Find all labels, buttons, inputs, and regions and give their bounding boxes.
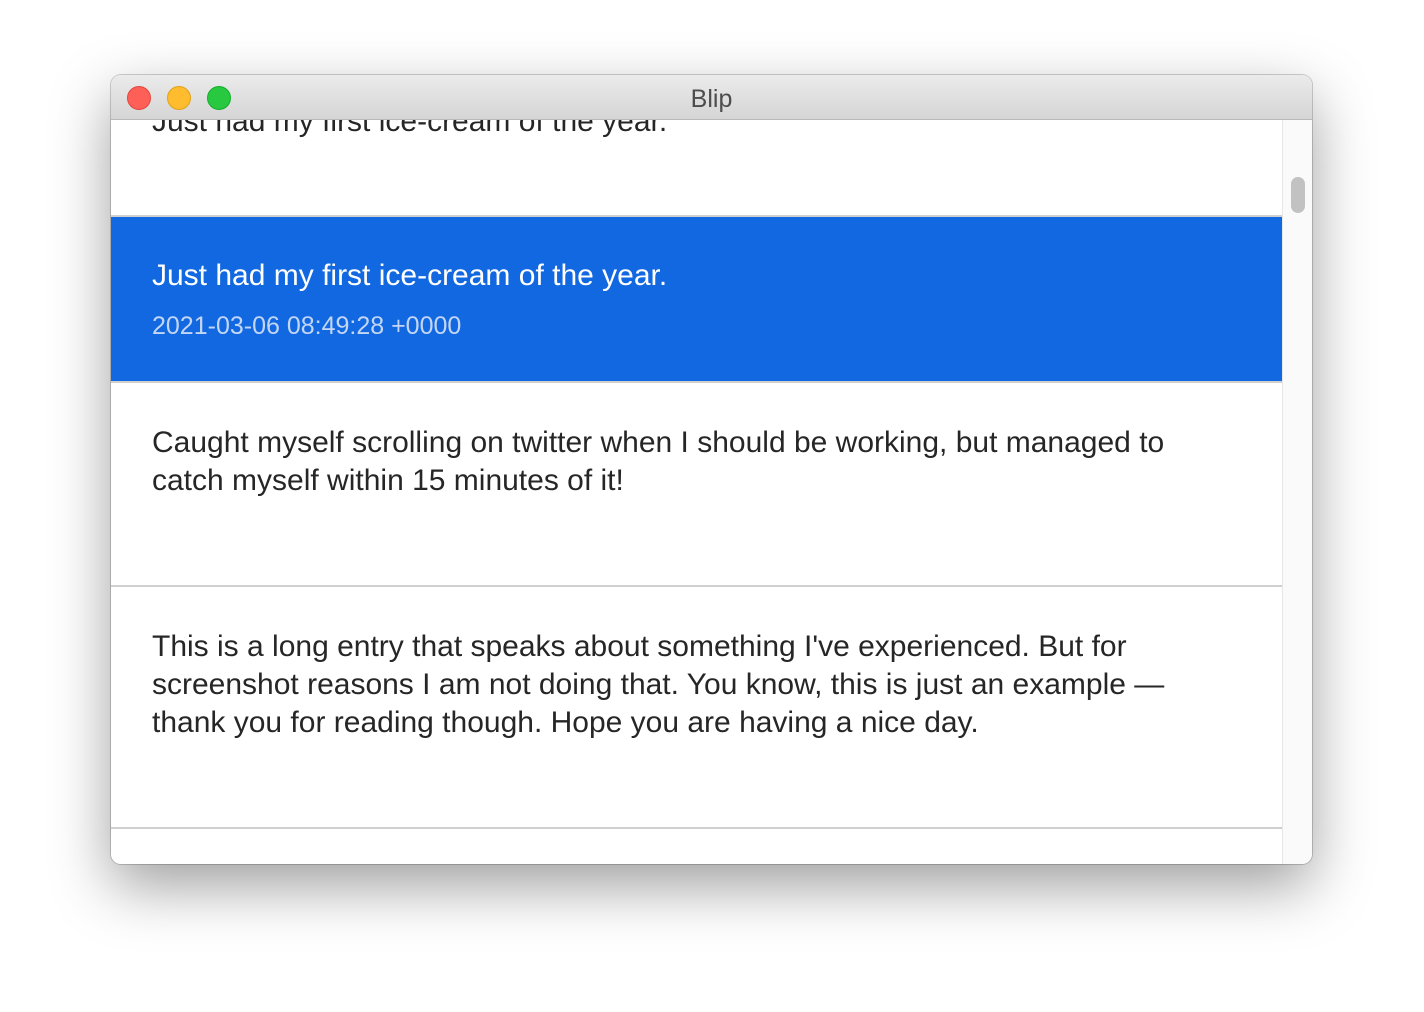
list-item[interactable]: This is a long entry that speaks about s… — [111, 587, 1282, 829]
entry-text: Caught myself scrolling on twitter when … — [152, 426, 1165, 497]
list-item-selected[interactable]: Just had my first ice-cream of the year.… — [111, 217, 1282, 383]
title-bar[interactable]: Blip — [111, 75, 1312, 120]
entry-timestamp: 2021-03-06 08:49:28 +0000 — [152, 312, 462, 340]
app-window: Blip Just had my first ice-cream of the … — [111, 75, 1312, 864]
entry-text: This is a long entry that speaks about s… — [152, 630, 1165, 739]
scrollbar-thumb[interactable] — [1291, 177, 1305, 213]
entry-list: Just had my first ice-cream of the year.… — [111, 120, 1282, 864]
list-item[interactable]: Just had my first ice-cream of the year. — [111, 120, 1282, 217]
entry-list-view: Just had my first ice-cream of the year.… — [111, 120, 1282, 864]
vertical-scrollbar[interactable] — [1282, 120, 1312, 864]
list-item[interactable] — [111, 829, 1282, 864]
window-title: Blip — [690, 85, 733, 113]
list-item[interactable]: Caught myself scrolling on twitter when … — [111, 383, 1282, 587]
entry-text: Just had my first ice-cream of the year. — [152, 120, 668, 138]
entry-text: Just had my first ice-cream of the year. — [152, 259, 668, 292]
